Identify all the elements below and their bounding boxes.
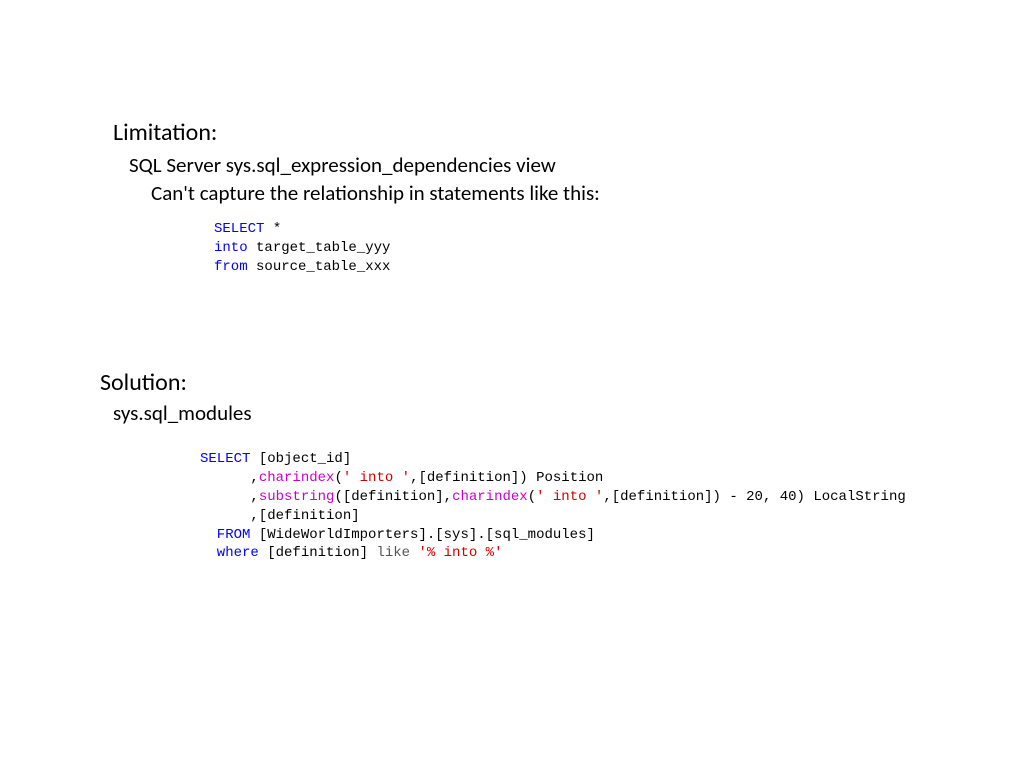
code-text: target_table_yyy [248,240,391,256]
code-keyword: SELECT [214,221,264,237]
code-keyword: SELECT [200,451,250,467]
solution-code: SELECT [object_id] ,charindex(' into ',[… [200,450,906,563]
limitation-heading: Limitation: [113,118,217,147]
code-func: substring [259,489,335,505]
code-text: source_table_xxx [248,259,391,275]
code-text: [WideWorldImporters].[sys].[sql_modules] [250,527,594,543]
code-text: , [200,470,259,486]
code-text: ( [334,470,342,486]
code-text: ,[definition]) Position [410,470,603,486]
solution-heading: Solution: [100,368,187,397]
code-text: * [264,221,281,237]
code-text: [object_id] [250,451,351,467]
code-text: ,[definition] [200,508,360,524]
code-keyword: where [200,545,259,561]
code-string: ' into ' [536,489,603,505]
code-keyword: into [214,240,248,256]
code-func: charindex [259,470,335,486]
code-keyword: from [214,259,248,275]
code-string: ' into ' [343,470,410,486]
code-text: ,[definition]) - 20, 40) LocalString [603,489,905,505]
code-keyword: like [376,545,410,561]
limitation-line1: SQL Server sys.sql_expression_dependenci… [129,152,556,178]
solution-line1: sys.sql_modules [113,400,252,426]
slide: Limitation: SQL Server sys.sql_expressio… [0,0,1024,768]
limitation-line2: Can't capture the relationship in statem… [151,180,600,206]
code-text: ( [528,489,536,505]
code-text: , [200,489,259,505]
code-func: charindex [452,489,528,505]
code-string: '% into %' [418,545,502,561]
limitation-code: SELECT * into target_table_yyy from sour… [214,220,390,277]
code-text: ([definition], [334,489,452,505]
code-keyword: FROM [200,527,250,543]
code-text: [definition] [259,545,377,561]
